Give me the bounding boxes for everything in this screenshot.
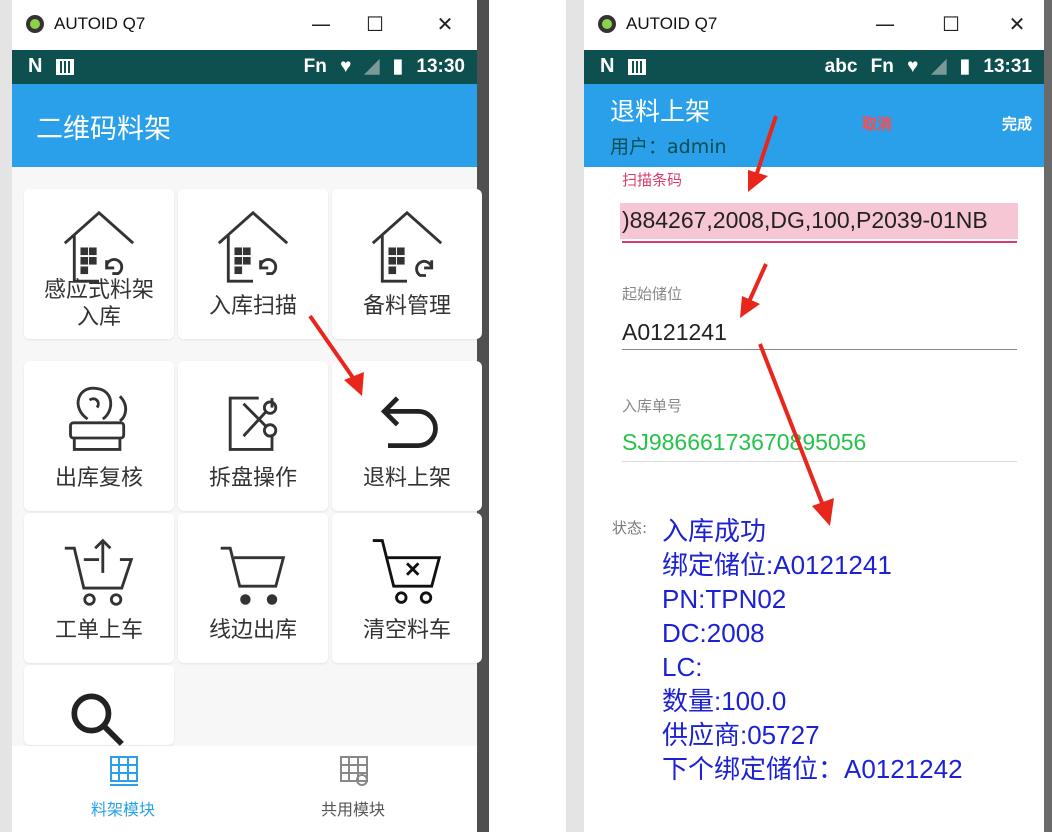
left-emulator-window: AUTOID Q7 — ☐ ✕ N Fn ♥ ◢ ▮ 13:30 二维码料架 感… <box>12 0 482 832</box>
status-time: 13:31 <box>983 56 1032 77</box>
right-titlebar: AUTOID Q7 — ☐ ✕ <box>584 0 1044 50</box>
inbound-order-label: 入库单号 <box>622 397 683 415</box>
cart-clear-icon <box>372 539 442 604</box>
signal-icon: ◢ <box>364 56 380 77</box>
nav-label: 料架模块 <box>90 800 155 819</box>
undo-arrow-icon <box>380 396 438 448</box>
right-emulator-window: AUTOID Q7 — ☐ ✕ N abc Fn ♥ ◢ ▮ 13:31 退料上… <box>584 0 1044 832</box>
tile-lineside-outbound[interactable]: 线边出库 <box>178 513 328 663</box>
tile-work-order-cart[interactable]: 工单上车 <box>24 513 174 663</box>
wifi-icon: ♥ <box>907 56 919 77</box>
barcode-status-icon <box>628 59 646 75</box>
status-right: abc Fn ♥ ◢ ▮ 13:31 <box>817 55 1032 78</box>
cancel-button[interactable]: 取消 <box>862 113 892 134</box>
android-app-icon <box>598 15 616 33</box>
left-gutter <box>0 0 12 832</box>
tile-label: 线边出库 <box>208 618 297 643</box>
fn-indicator: Fn <box>870 56 894 77</box>
right-app-bar: 退料上架 用户：admin 取消 完成 <box>584 84 1044 167</box>
android-status-bar: N Fn ♥ ◢ ▮ 13:30 <box>12 50 477 84</box>
house-forward-icon <box>371 210 443 283</box>
tile-outbound-check[interactable]: 出库复核 <box>24 361 174 511</box>
n-status-icon: N <box>600 55 615 77</box>
user-label: 用户：admin <box>610 136 727 158</box>
maximize-button[interactable]: ☐ <box>934 10 968 38</box>
tile-label: 退料上架 <box>362 466 451 491</box>
nav-shared-module[interactable]: 共用模块 <box>278 746 428 832</box>
status-line: 供应商:05727 <box>662 720 820 750</box>
tile-sensor-rack-inbound[interactable]: 感应式料架 入库 <box>24 189 174 339</box>
tile-search[interactable] <box>24 665 174 746</box>
close-button[interactable]: ✕ <box>1000 10 1034 38</box>
android-status-bar: N abc Fn ♥ ◢ ▮ 13:31 <box>584 50 1044 84</box>
status-time: 13:30 <box>416 56 465 77</box>
start-location-label: 起始储位 <box>622 285 683 303</box>
tile-label: 拆盘操作 <box>208 466 297 491</box>
n-status-icon: N <box>28 55 43 77</box>
nav-rack-module[interactable]: 料架模块 <box>48 746 198 832</box>
middle-gutter <box>566 0 584 832</box>
rack-module-icon <box>110 756 138 786</box>
app-title: 二维码料架 <box>36 114 171 145</box>
abc-indicator: abc <box>824 56 858 77</box>
module-grid: 感应式料架 入库 入库扫描 备料管理 出库复核 拆盘操作 退料上架 工单上车 线… <box>12 167 482 832</box>
status-line: 下个绑定储位：A0121242 <box>662 754 963 784</box>
battery-icon: ▮ <box>392 56 404 77</box>
close-button[interactable]: ✕ <box>428 10 462 38</box>
scissors-icon <box>228 396 278 451</box>
signal-icon: ◢ <box>931 56 947 77</box>
start-location-input[interactable]: A0121241 <box>622 319 727 346</box>
tile-label: 出库复核 <box>54 466 143 491</box>
status-line: PN:TPN02 <box>662 584 787 614</box>
tile-label: 感应式料架 入库 <box>43 278 154 330</box>
nav-label: 共用模块 <box>320 800 385 819</box>
annotation-arrow <box>748 115 778 192</box>
window-title: AUTOID Q7 <box>626 14 718 33</box>
app-title: 退料上架 <box>610 97 711 126</box>
battery-icon: ▮ <box>959 56 971 77</box>
scan-barcode-label: 扫描条码 <box>622 171 683 189</box>
done-button[interactable]: 完成 <box>1002 113 1032 134</box>
scan-barcode-input[interactable]: )884267,2008,DG,100,P2039-01NB <box>622 207 1018 234</box>
tile-label: 清空料车 <box>362 618 451 643</box>
fn-indicator: Fn <box>303 56 327 77</box>
barcode-status-icon <box>56 59 74 75</box>
status-line: DC:2008 <box>662 618 765 648</box>
stamp-icon <box>69 386 128 451</box>
window-title: AUTOID Q7 <box>54 14 146 33</box>
scan-underline <box>622 241 1017 243</box>
shared-module-icon <box>340 756 368 786</box>
status-message: 入库成功 绑定储位:A0121241 PN:TPN02 DC:2008 LC: … <box>662 514 963 786</box>
android-app-icon <box>26 15 44 33</box>
house-return-icon <box>217 210 289 283</box>
tile-label: 工单上车 <box>54 618 143 643</box>
status-right: Fn ♥ ◢ ▮ 13:30 <box>296 55 465 78</box>
left-app-bar: 二维码料架 <box>12 84 477 167</box>
bottom-navigation: 料架模块 共用模块 <box>12 746 477 832</box>
status-line: 数量:100.0 <box>662 686 787 716</box>
annotation-arrow <box>740 263 768 318</box>
right-window-shadow <box>1044 0 1052 832</box>
status-line: 绑定储位:A0121241 <box>662 550 892 580</box>
minimize-button[interactable]: — <box>304 10 338 38</box>
status-label: 状态: <box>612 519 648 537</box>
status-line: LC: <box>662 652 703 682</box>
minimize-button[interactable]: — <box>868 10 902 38</box>
tile-clear-cart[interactable]: 清空料车 <box>332 513 482 663</box>
left-titlebar: AUTOID Q7 — ☐ ✕ <box>12 0 477 50</box>
maximize-button[interactable]: ☐ <box>358 10 392 38</box>
wifi-icon: ♥ <box>340 56 352 77</box>
cart-upload-icon <box>64 538 134 606</box>
house-return-icon <box>63 210 135 283</box>
cart-icon <box>220 546 286 605</box>
annotation-arrow <box>758 343 834 526</box>
annotation-arrow <box>308 314 364 396</box>
